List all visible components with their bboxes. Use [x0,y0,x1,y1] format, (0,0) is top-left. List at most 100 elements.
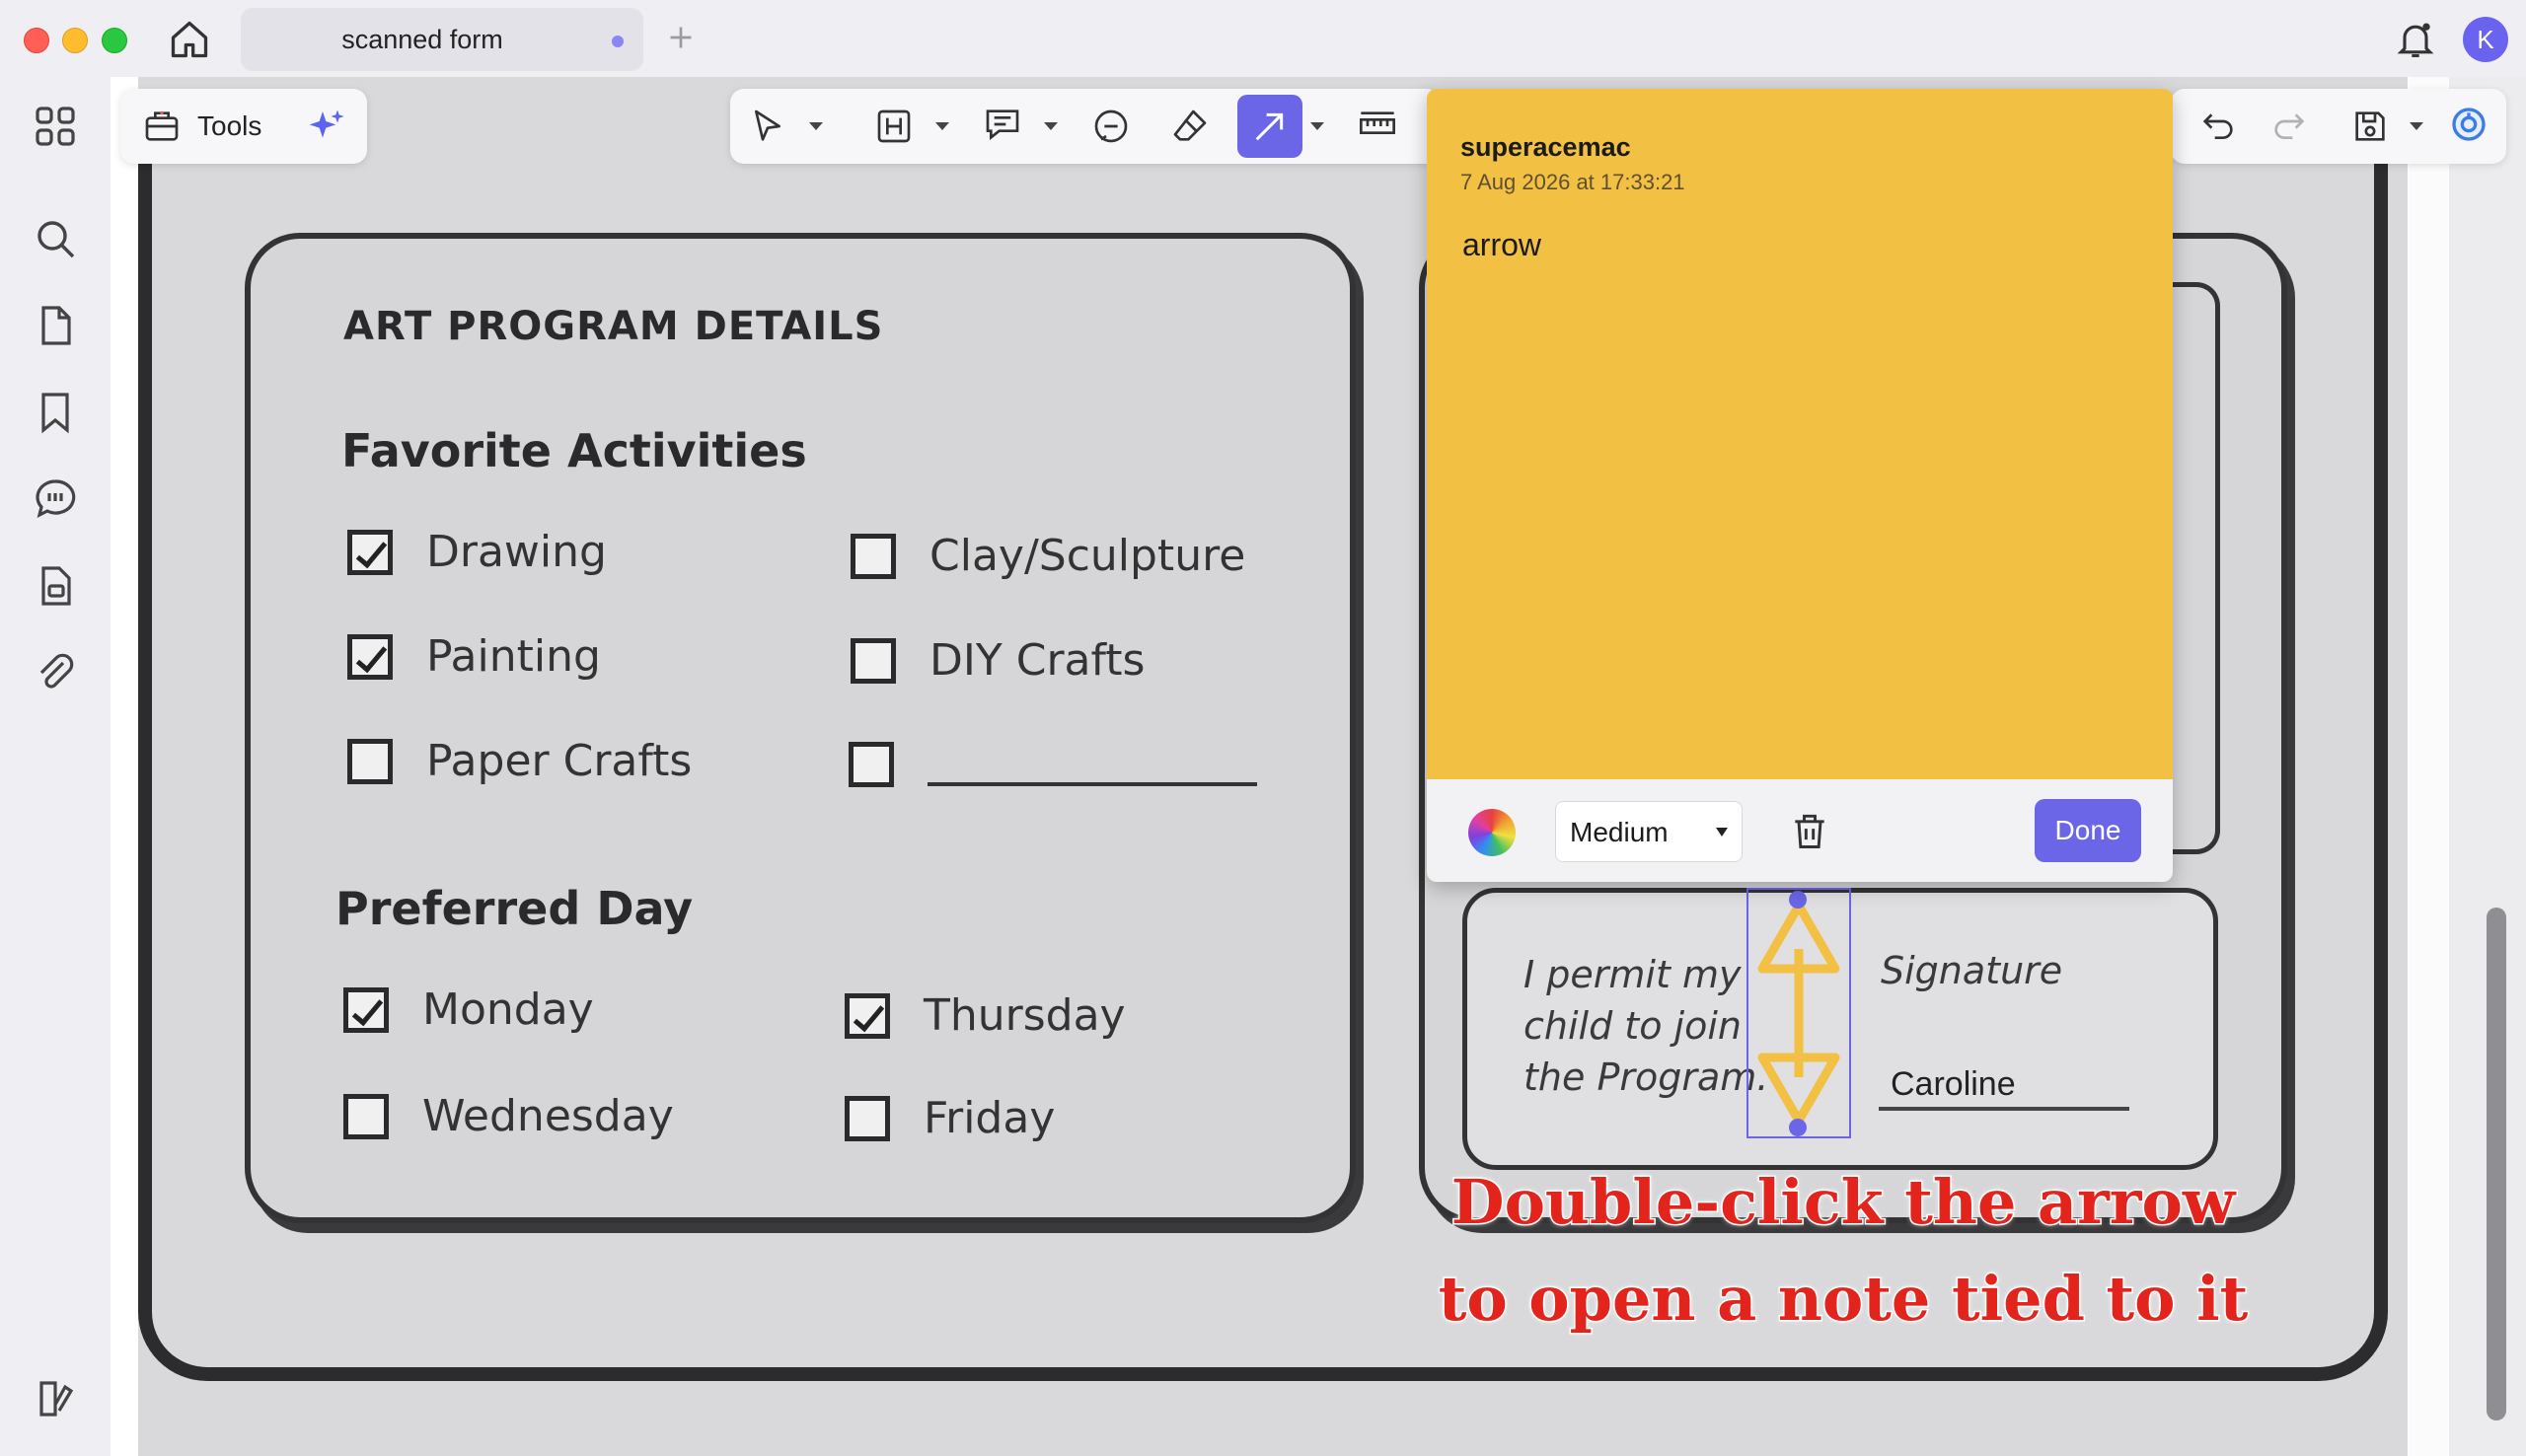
day-row[interactable]: Friday [845,1093,1055,1143]
redo-icon[interactable] [2269,107,2309,146]
art-program-panel [245,233,1356,1223]
undo-icon[interactable] [2198,107,2238,146]
tutorial-caption-line2: to open a note tied to it [1437,1262,2250,1337]
new-tab-plus-icon[interactable] [663,20,699,55]
comment-bubble-icon[interactable] [983,105,1022,144]
day-checkbox[interactable] [343,1093,389,1139]
chevron-down-icon[interactable] [2410,122,2423,130]
form-title: ART PROGRAM DETAILS [343,304,884,349]
document-tab[interactable]: scanned form [241,8,643,71]
activity-checkbox[interactable] [851,637,896,684]
tutorial-caption-line1: Double-click the arrow [1449,1165,2236,1240]
activity-checkbox[interactable] [347,738,393,784]
title-bar: scanned form K [0,0,2526,77]
day-row[interactable]: Thursday [845,990,1126,1041]
arrow-start-handle[interactable] [1789,891,1807,909]
activity-row[interactable]: Clay/Sculpture [851,531,1245,581]
day-row[interactable]: Monday [343,984,594,1035]
day-checkbox[interactable] [845,992,890,1039]
activity-checkbox[interactable] [849,742,894,787]
permission-line: the Program. [1523,1056,1769,1099]
day-label: Monday [422,984,594,1035]
activity-row-blank[interactable] [849,742,1257,787]
activity-row[interactable]: DIY Crafts [851,635,1145,686]
user-avatar[interactable]: K [2463,17,2508,62]
permission-line: I permit my [1523,953,1742,996]
color-picker-icon[interactable] [1468,809,1516,856]
page-thumbnail-icon[interactable] [32,562,79,610]
bookmark-icon[interactable] [32,389,79,436]
tools-button[interactable]: Tools [197,89,261,164]
save-icon[interactable] [2350,107,2390,146]
activity-blank-line [928,782,1257,786]
permission-line: child to join [1523,1004,1742,1048]
day-label: Wednesday [422,1091,674,1141]
activity-label: Painting [426,631,601,682]
toolbox-icon [142,107,182,146]
sidebar-toggle-icon[interactable] [32,1375,79,1422]
day-row[interactable]: Wednesday [343,1091,674,1141]
size-select[interactable]: Medium [1555,801,1743,862]
activity-row[interactable]: Paper Crafts [347,736,692,786]
chevron-down-icon[interactable] [935,122,949,130]
chevron-down-icon[interactable] [809,122,823,130]
activity-checkbox[interactable] [347,633,393,680]
measure-ruler-icon[interactable] [1358,107,1397,146]
note-author: superacemac [1460,132,1631,162]
activity-label: DIY Crafts [929,635,1146,686]
note-text-area[interactable]: arrow [1462,227,1541,263]
ai-assistant-icon[interactable] [2449,105,2489,144]
chevron-down-icon[interactable] [1310,122,1324,130]
double-arrow-icon [1757,901,1840,1126]
signature-field-value[interactable]: Caroline [1891,1065,2016,1104]
attachment-paperclip-icon[interactable] [32,649,79,696]
arrow-annotation[interactable] [1746,888,1851,1138]
note-footer: Medium Done [1427,779,2173,882]
favorite-activities-heading: Favorite Activities [341,424,807,477]
ai-sparkle-icon[interactable] [308,107,347,146]
arrow-tool-button-active[interactable] [1237,95,1302,158]
text-highlight-icon[interactable] [874,107,914,146]
size-select-value: Medium [1570,817,1669,847]
pages-icon[interactable] [32,302,79,349]
activity-row[interactable]: Painting [347,631,601,682]
dropdown-caret-icon [1716,828,1728,837]
note-popup[interactable]: superacemac 7 Aug 2026 at 17:33:21 arrow… [1427,89,2173,882]
activity-row[interactable]: Drawing [347,527,607,577]
annotation-toolbar [730,89,1441,164]
arrow-tool-icon [1250,107,1290,146]
tools-pill: Tools [120,89,367,164]
activity-checkbox[interactable] [347,529,393,575]
vertical-scrollbar[interactable] [2487,908,2506,1420]
zoom-window-button[interactable] [102,28,127,53]
day-label: Friday [924,1093,1056,1143]
day-checkbox[interactable] [845,1095,890,1141]
signature-line [1879,1107,2129,1111]
activity-label: Clay/Sculpture [929,531,1246,581]
eraser-icon[interactable] [1170,107,1210,146]
home-icon[interactable] [166,18,213,61]
search-icon[interactable] [32,215,79,262]
activity-label: Drawing [426,527,607,577]
minimize-window-button[interactable] [62,28,88,53]
day-label: Thursday [924,990,1126,1041]
note-timestamp: 7 Aug 2026 at 17:33:21 [1460,170,1685,194]
done-button[interactable]: Done [2035,799,2141,862]
delete-trash-icon[interactable] [1788,809,1831,852]
sticky-note-icon[interactable] [1091,107,1131,146]
left-sidebar [0,77,111,1456]
permission-text: I permit my child to join the Program. [1523,949,1768,1103]
signature-label: Signature [1881,949,2063,992]
select-pointer-icon[interactable] [748,107,787,146]
comments-icon[interactable] [32,475,79,523]
activity-checkbox[interactable] [851,533,896,579]
unsaved-indicator-dot [612,36,624,47]
chevron-down-icon[interactable] [1044,122,1058,130]
close-window-button[interactable] [24,28,49,53]
day-checkbox[interactable] [343,986,389,1033]
notification-bell-icon[interactable] [2394,18,2437,61]
page-edge [2410,77,2449,1456]
apps-grid-icon[interactable] [32,103,79,150]
arrow-end-handle[interactable] [1789,1119,1807,1136]
tab-title: scanned form [341,25,503,54]
